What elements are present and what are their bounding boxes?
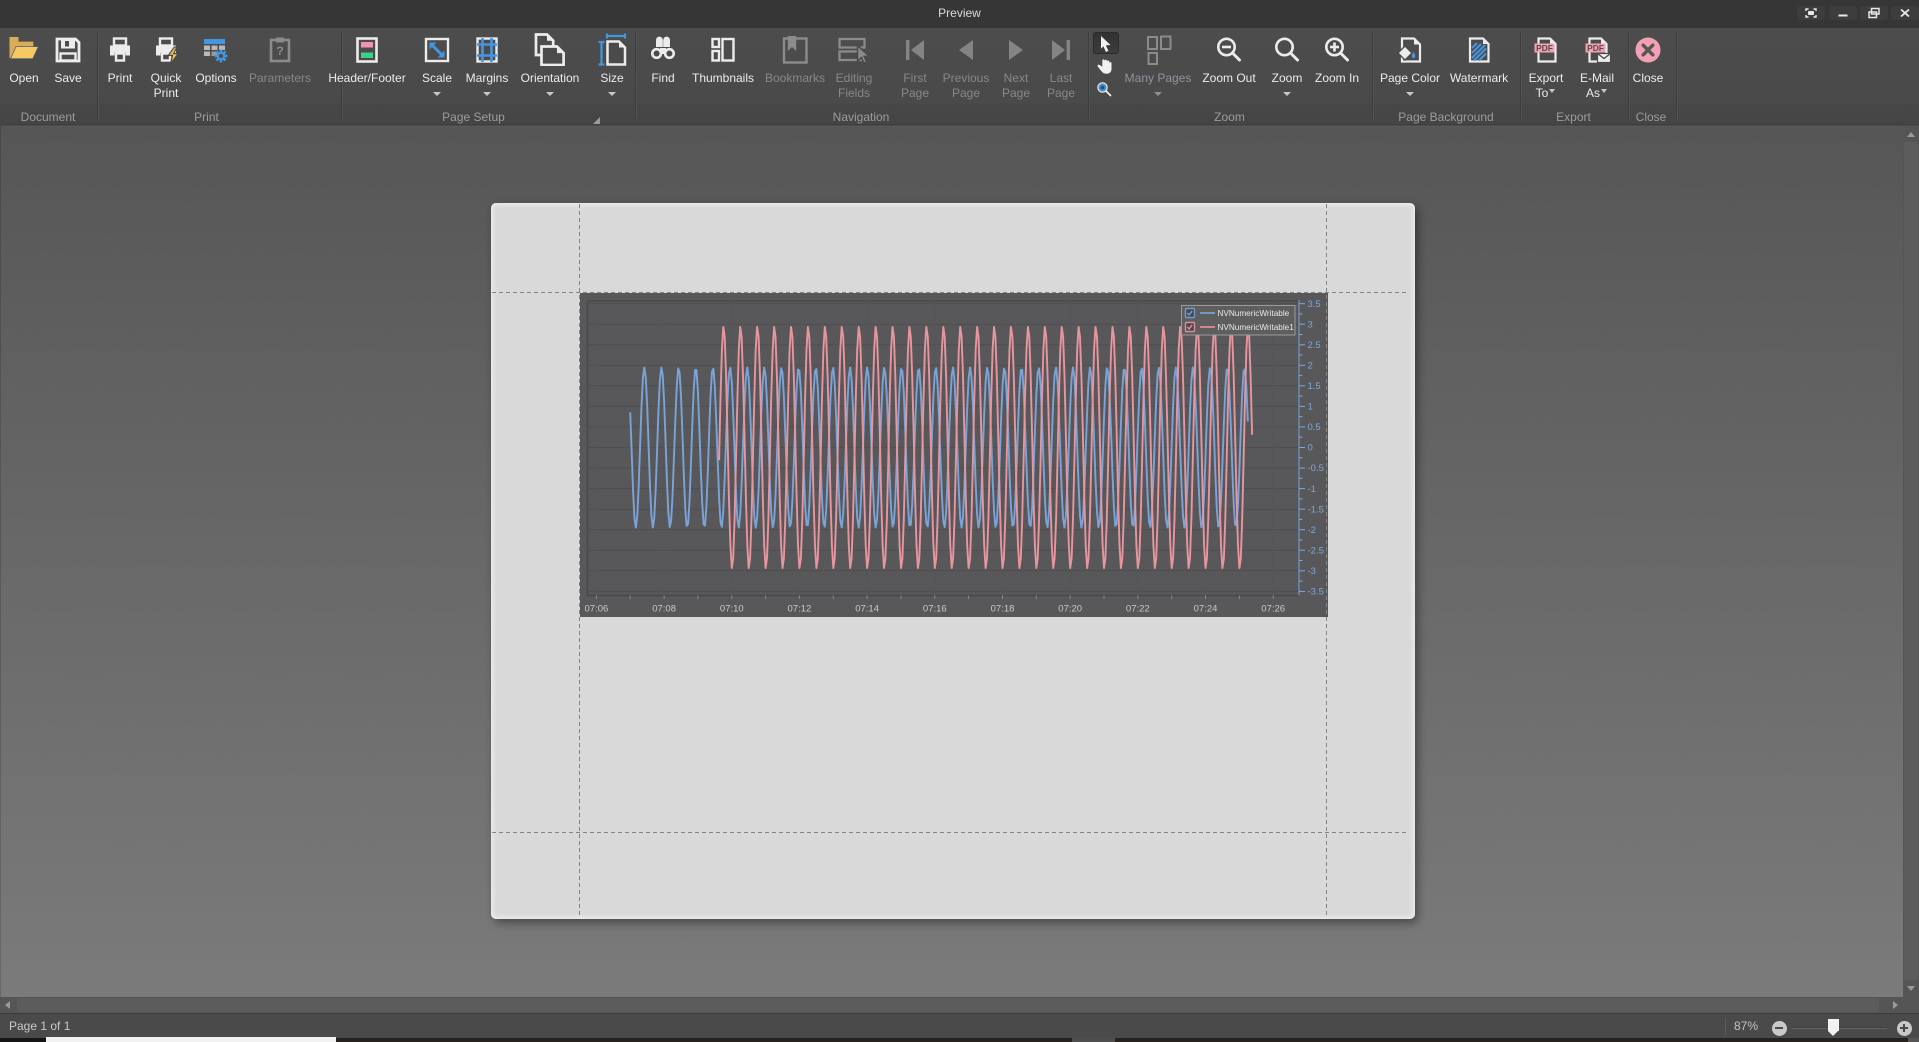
svg-text:3: 3 — [1307, 319, 1312, 330]
svg-text:1.5: 1.5 — [1307, 381, 1320, 392]
svg-text:0: 0 — [1307, 443, 1312, 454]
svg-text:07:22: 07:22 — [1125, 604, 1149, 615]
svg-text:PDF: PDF — [1536, 43, 1553, 53]
svg-text:0.5: 0.5 — [1307, 422, 1320, 433]
svg-text:2.5: 2.5 — [1307, 340, 1320, 351]
svg-text:2: 2 — [1307, 361, 1312, 372]
svg-text:07:18: 07:18 — [990, 604, 1014, 615]
svg-text:-3.5: -3.5 — [1307, 587, 1323, 598]
svg-text:-2.5: -2.5 — [1307, 545, 1323, 556]
svg-text:07:08: 07:08 — [652, 604, 676, 615]
svg-text:?: ? — [276, 44, 283, 58]
svg-text:-1: -1 — [1307, 484, 1315, 495]
svg-text:07:06: 07:06 — [584, 604, 608, 615]
svg-text:07:24: 07:24 — [1193, 604, 1217, 615]
svg-text:-3: -3 — [1307, 566, 1315, 577]
svg-text:3.5: 3.5 — [1307, 299, 1320, 310]
svg-text:07:14: 07:14 — [855, 604, 879, 615]
svg-text:07:16: 07:16 — [922, 604, 946, 615]
svg-text:NVNumericWritable: NVNumericWritable — [1217, 309, 1289, 318]
svg-text:PDF: PDF — [1587, 43, 1604, 53]
svg-text:07:26: 07:26 — [1261, 604, 1285, 615]
svg-text:-2: -2 — [1307, 525, 1315, 536]
svg-text:07:12: 07:12 — [787, 604, 811, 615]
svg-text:NVNumericWritable1: NVNumericWritable1 — [1217, 323, 1294, 332]
svg-text:1: 1 — [1307, 402, 1312, 413]
svg-text:-0.5: -0.5 — [1307, 463, 1323, 474]
svg-text:07:20: 07:20 — [1058, 604, 1082, 615]
svg-text:-1.5: -1.5 — [1307, 504, 1323, 515]
svg-text:07:10: 07:10 — [719, 604, 743, 615]
